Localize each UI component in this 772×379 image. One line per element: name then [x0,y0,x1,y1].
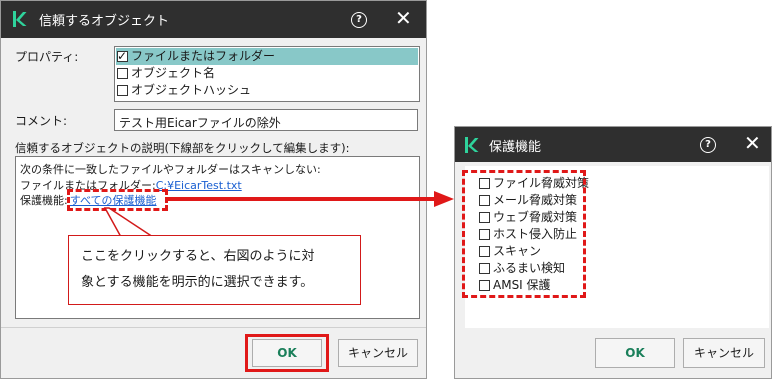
dialog-titlebar: 保護機能 ? ✕ [455,127,771,162]
comment-label: コメント: [15,114,68,128]
kaspersky-logo-icon [13,11,27,27]
property-option-object-hash[interactable]: オブジェクトハッシュ [117,82,251,99]
dialog-title: 保護機能 [489,140,542,155]
property-option-object-name[interactable]: オブジェクト名 [117,65,215,82]
property-option-file-or-folder[interactable]: ファイルまたはフォルダー [116,48,418,65]
ok-button[interactable]: OK [595,338,675,368]
properties-label: プロパティ: [15,50,79,64]
checkbox-checked[interactable] [117,48,128,65]
dialog-title: 信頼するオブジェクト [39,14,170,29]
close-icon[interactable]: ✕ [744,133,761,153]
ok-button-highlight [245,334,329,372]
dialog-titlebar: 信頼するオブジェクト ? ✕ [1,1,426,38]
help-icon[interactable]: ? [351,12,367,28]
features-highlight-box [462,170,586,298]
description-line-conditions: 次の条件に一致したファイルやフォルダーはスキャンしない: [20,163,321,176]
protection-features-dialog: 保護機能 ? ✕ ファイル脅威対策 メール脅威対策 ウェブ脅威対策 ホスト侵入防… [454,126,772,379]
close-icon[interactable]: ✕ [395,8,412,28]
properties-listbox[interactable]: ファイルまたはフォルダー オブジェクト名 オブジェクトハッシュ [114,46,420,102]
checkbox[interactable] [117,85,128,96]
footer-divider [1,327,426,328]
callout-note: ここをクリックすると、右図のように対 象とする機能を明示的に選択できます。 [68,235,361,305]
checkbox[interactable] [117,68,128,79]
help-icon[interactable]: ? [700,137,716,153]
comment-field[interactable]: テスト用Eicarファイルの除外 [114,109,418,131]
kaspersky-logo-icon [465,137,479,153]
description-label: 信頼するオブジェクトの説明(下線部をクリックして編集します): [15,141,350,155]
cancel-button[interactable]: キャンセル [683,338,765,368]
cancel-button[interactable]: キャンセル [338,339,418,367]
pointer-arrow [166,191,454,207]
